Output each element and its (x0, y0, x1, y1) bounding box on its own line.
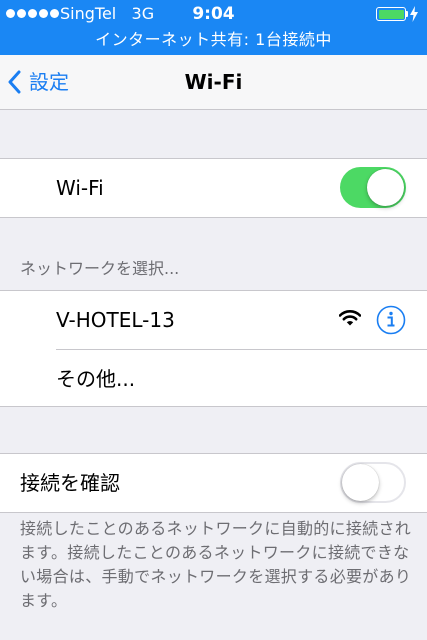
info-icon[interactable] (376, 305, 406, 335)
wifi-toggle-cell: Wi-Fi (0, 159, 427, 217)
networks-section-header: ネットワークを選択... (20, 259, 180, 278)
wifi-toggle-label: Wi-Fi (56, 176, 104, 200)
wifi-switch[interactable] (340, 167, 406, 208)
status-bar: SingTel 3G 9:04 インターネット共有: 1台接続中 (0, 0, 427, 55)
battery-fill (378, 9, 404, 19)
navigation-bar: 設定 Wi-Fi (0, 55, 427, 110)
status-row: SingTel 3G 9:04 (0, 0, 427, 28)
screen: SingTel 3G 9:04 インターネット共有: 1台接続中 設定 Wi-F… (0, 0, 427, 640)
ask-to-join-label: 接続を確認 (20, 471, 120, 495)
battery-tip (406, 11, 408, 17)
switch-knob (367, 169, 404, 206)
status-time: 9:04 (192, 4, 235, 24)
ask-to-join-description: 接続したことのあるネットワークに自動的に接続されます。接続したことのあるネットワ… (20, 519, 412, 610)
hotspot-banner[interactable]: インターネット共有: 1台接続中 (0, 28, 427, 52)
wifi-signal-icon (339, 310, 361, 326)
battery-icon (376, 7, 406, 21)
charging-bolt-icon (410, 6, 418, 22)
page-title: Wi-Fi (184, 70, 243, 94)
network-row[interactable]: V-HOTEL-13 (0, 291, 427, 349)
other-network-label: その他... (56, 367, 136, 391)
ask-to-join-group: 接続を確認 (0, 453, 427, 513)
ask-to-join-cell: 接続を確認 (0, 454, 427, 512)
networks-group: V-HOTEL-13 その他... (0, 290, 427, 407)
network-name: V-HOTEL-13 (56, 308, 175, 332)
ask-to-join-switch[interactable] (340, 462, 406, 503)
switch-knob (342, 464, 379, 501)
other-network-row[interactable]: その他... (0, 350, 427, 408)
wifi-toggle-group: Wi-Fi (0, 158, 427, 218)
